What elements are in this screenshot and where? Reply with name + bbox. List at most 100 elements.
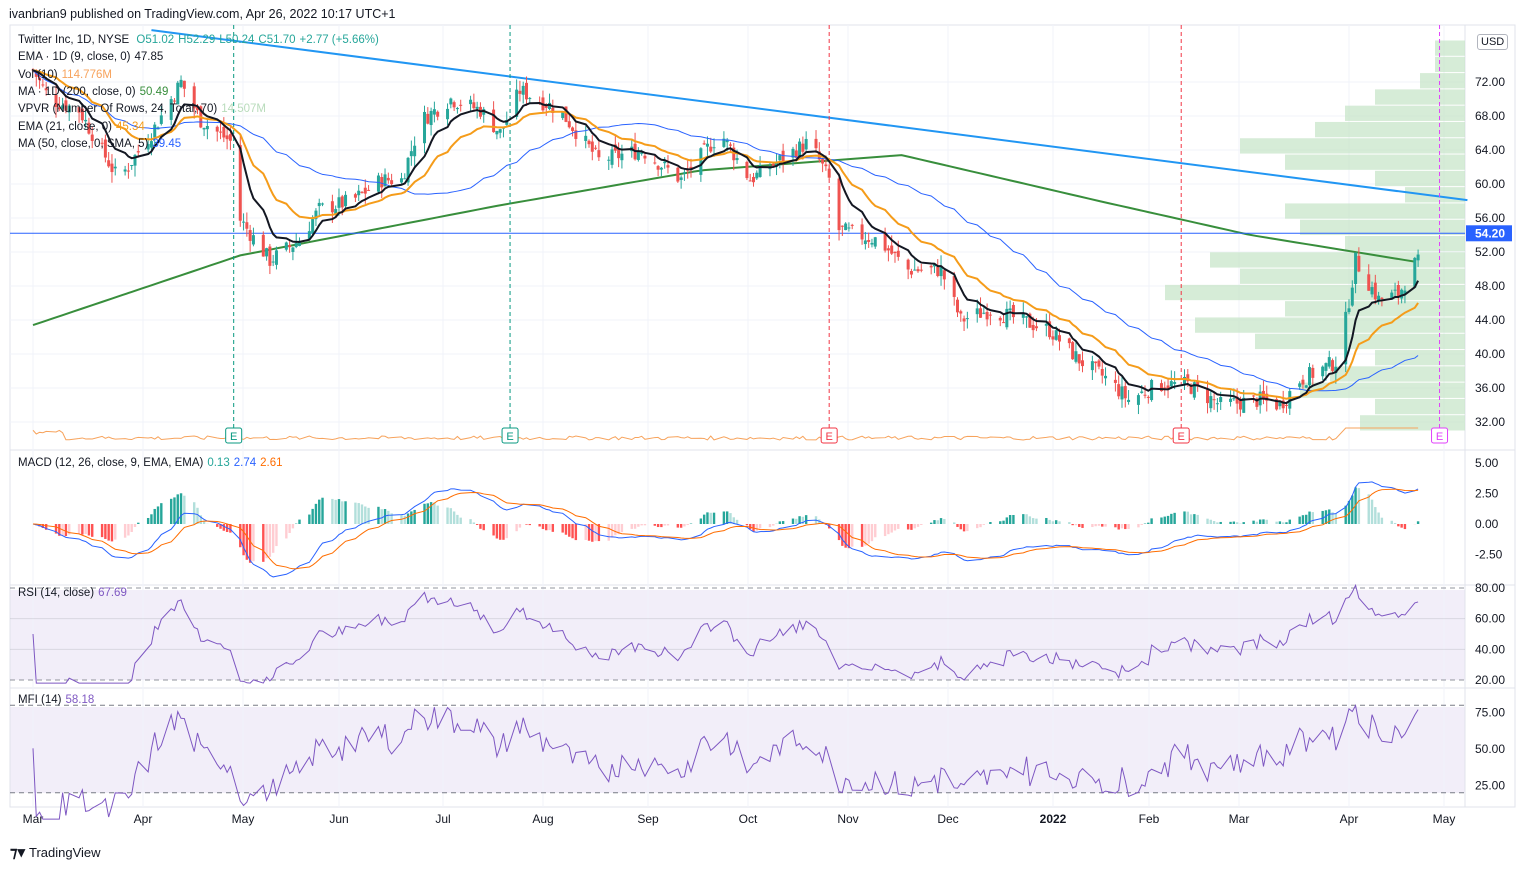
macd-tick-label: -2.50 (1475, 548, 1503, 562)
legend-vol[interactable]: Vol (10) 114.776M (18, 69, 112, 81)
macd-histogram-bar (1390, 520, 1393, 524)
macd-histogram-bar (380, 509, 383, 524)
candle-body (202, 127, 206, 130)
macd-histogram-bar (360, 504, 364, 524)
candle-body (1331, 360, 1335, 371)
candle-body (909, 271, 913, 275)
macd-histogram-bar (331, 498, 334, 524)
candle-body (449, 98, 453, 105)
vol-value: 114.776M (61, 69, 112, 81)
macd-histogram-bar (795, 518, 798, 524)
legend-mfi[interactable]: MFI (14) 58.18 (18, 694, 94, 706)
macd-histogram-bar (1403, 524, 1407, 530)
currency-button[interactable]: USD (1477, 34, 1509, 50)
price-tick-label: 52.00 (1475, 245, 1505, 259)
candle-body (768, 168, 772, 170)
candle-body (126, 170, 130, 172)
macd-histogram-bar (551, 524, 555, 532)
vpvr-row (1330, 366, 1465, 382)
chart-canvas[interactable]: Mar Apr May Jun Jul Aug Sep Oct Nov Dec 2022 Feb Mar… (0, 0, 1526, 869)
candle-body (1005, 308, 1009, 328)
macd-histogram-bar (196, 507, 199, 524)
macd-histogram-bar (357, 503, 360, 524)
candle-body (778, 155, 782, 161)
rsi-label: RSI (14, close) (18, 587, 95, 599)
candle-body (1071, 342, 1075, 360)
candle-body (988, 314, 992, 316)
candle-body (340, 196, 344, 208)
macd-histogram-bar (1031, 518, 1035, 524)
tv-logo-icon: ⁊▾ (10, 844, 25, 861)
macd-histogram-bar (725, 511, 729, 524)
macd-histogram-bar (712, 512, 716, 524)
legend-ema21[interactable]: EMA (21, close, 0) 45.34 (18, 121, 145, 133)
macd-histogram-bar (426, 503, 429, 524)
candle-body (850, 224, 854, 226)
candle-body (844, 223, 848, 231)
legend-ma50[interactable]: MA (50, close, 0, SMA, 5) 39.45 (18, 138, 181, 150)
macd-histogram-bar (841, 524, 844, 546)
x-tick-label: Apr (1340, 812, 1359, 826)
candle-body (1011, 304, 1015, 318)
candle-body (965, 318, 969, 320)
macd-histogram-bar (1127, 524, 1130, 530)
candle-body (735, 158, 739, 161)
candle-body (363, 187, 367, 194)
macd-histogram-bar (77, 524, 81, 535)
candle-body (1400, 289, 1404, 299)
legend-ma200[interactable]: MA · 1D (200, close, 0) 50.49 (18, 86, 168, 98)
candle-body (975, 308, 979, 315)
tradingview-logo[interactable]: ⁊▾ TradingView (10, 843, 101, 861)
vpvr-row (1375, 89, 1465, 105)
candle-body (426, 113, 430, 124)
legend-vpvr[interactable]: VPVR (Number Of Rows, 24, Total, 70) 14.5… (18, 103, 266, 115)
candle-body (172, 100, 176, 102)
candle-body (1025, 316, 1029, 318)
candle-body (344, 194, 348, 207)
macd-histogram-bar (1393, 522, 1397, 524)
macd-histogram-bar (525, 524, 528, 525)
candle-body (676, 167, 680, 182)
macd-histogram-bar (1012, 514, 1015, 524)
candle-body (390, 180, 394, 185)
candle-body (1219, 397, 1223, 403)
x-tick-label: Nov (837, 812, 858, 826)
macd-histogram-bar (745, 524, 749, 526)
candle-body (906, 259, 910, 270)
candle-body (274, 250, 278, 265)
legend-rsi[interactable]: RSI (14, close) 67.69 (18, 587, 127, 599)
macd-histogram-bar (587, 524, 591, 541)
ema9-label: EMA · 1D (9, close, 0) (18, 51, 131, 63)
macd-histogram-bar (637, 524, 640, 527)
x-tick-label: Dec (937, 812, 958, 826)
rsi-band (10, 590, 1465, 680)
macd-histogram-bar (1357, 488, 1361, 524)
candle-body (452, 102, 456, 108)
vpvr-row (1210, 252, 1465, 268)
candle-body (1416, 254, 1420, 261)
candle-body (1127, 399, 1131, 403)
candle-body (798, 141, 802, 158)
macd-histogram-bar (1186, 511, 1189, 524)
candle-body (271, 261, 275, 263)
macd-histogram-bar (897, 524, 900, 529)
last-price-label: 54.20 (1475, 226, 1505, 240)
macd-histogram-bar (1002, 520, 1005, 524)
candle-body (1081, 360, 1085, 367)
macd-histogram-bar (706, 512, 709, 524)
legend-ema9[interactable]: EMA · 1D (9, close, 0) 47.85 (18, 51, 163, 63)
macd-histogram-bar (1235, 522, 1239, 524)
candle-body (1120, 386, 1124, 400)
candle-body (469, 99, 473, 105)
candle-body (446, 108, 450, 120)
macd-histogram-bar (452, 511, 456, 524)
macd-histogram-bar (242, 524, 245, 556)
macd-histogram-bar (1097, 524, 1101, 526)
x-tick-label: Oct (739, 812, 758, 826)
macd-histogram-bar (1374, 507, 1377, 524)
macd-histogram-bar (1255, 521, 1259, 524)
mfi-value: 58.18 (65, 694, 95, 706)
candle-body (804, 138, 808, 150)
macd-histogram-bar (123, 524, 127, 538)
legend-macd[interactable]: MACD (12, 26, close, 9, EMA, EMA) 0.13 2.7… (18, 457, 283, 469)
